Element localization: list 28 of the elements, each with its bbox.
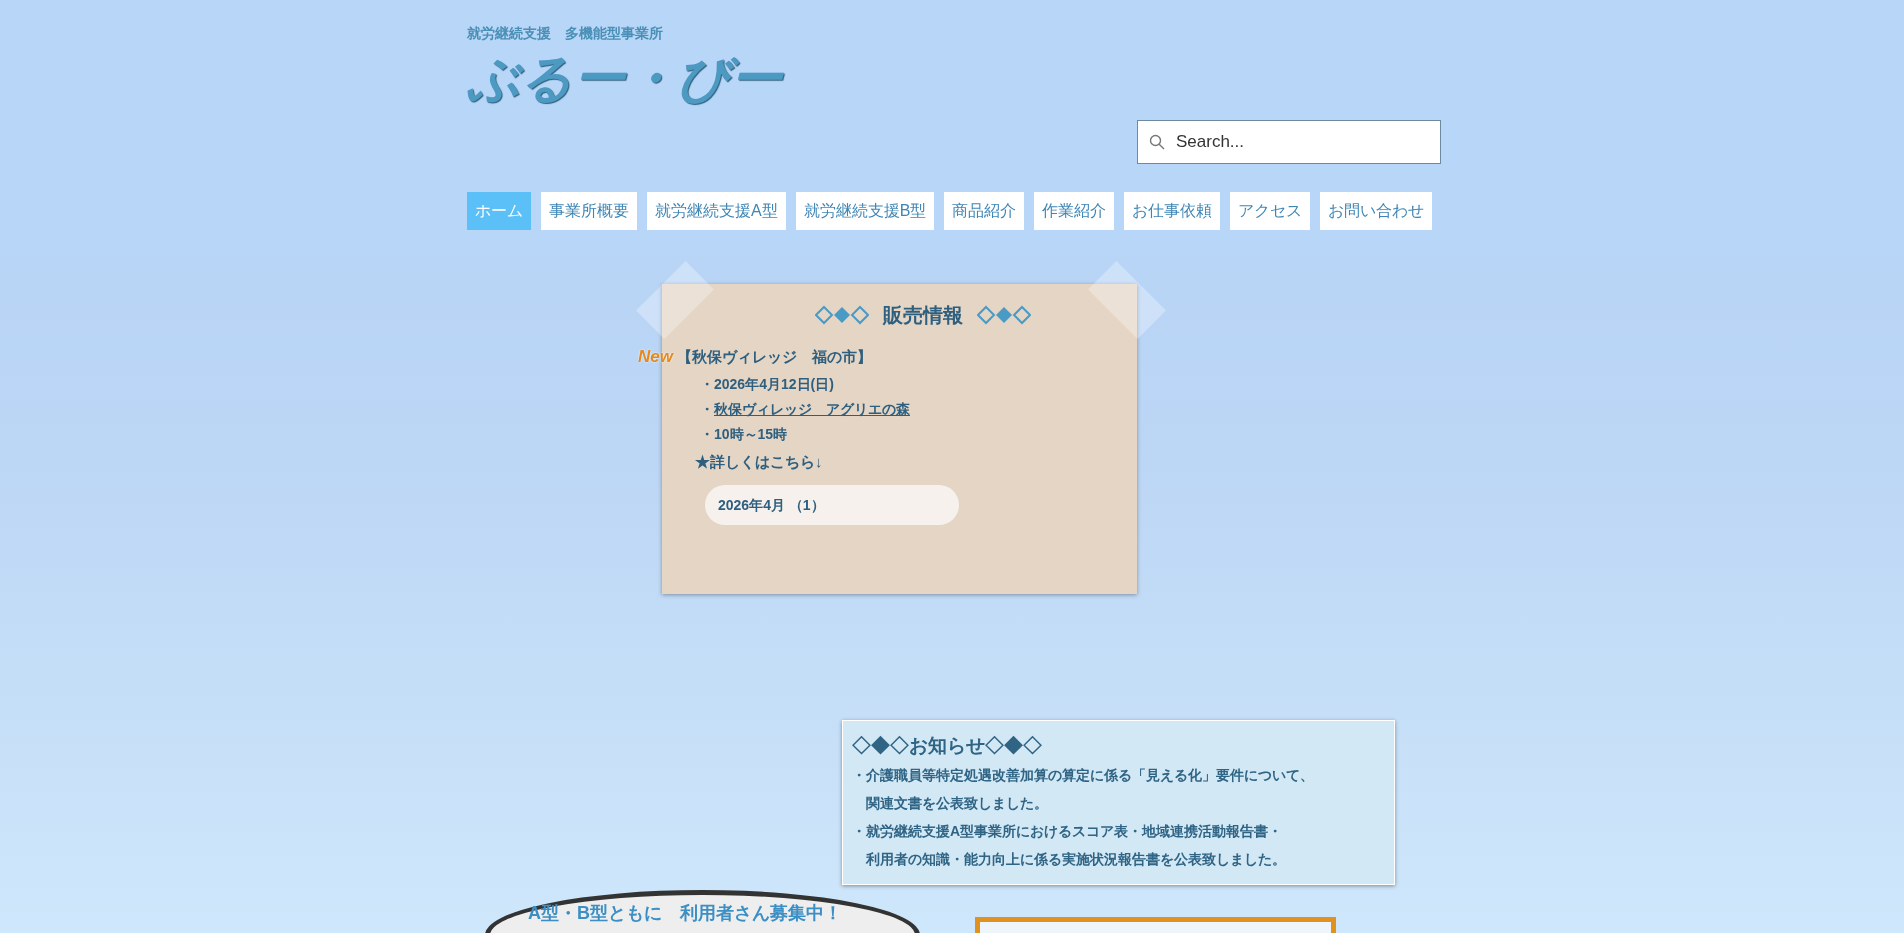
venue-link[interactable]: 秋保ヴィレッジ アグリエの森 bbox=[714, 398, 910, 420]
nav-tab[interactable]: アクセス bbox=[1230, 192, 1311, 230]
notice-line: 利用者の知識・能力向上に係る実施状況報告書を公表致しました。 bbox=[865, 849, 1286, 869]
search-field[interactable]: Search... bbox=[1137, 120, 1441, 164]
event-detail: ・10時～15時 bbox=[700, 424, 788, 444]
event-title: 【秋保ヴィレッジ 福の市】 bbox=[676, 346, 872, 367]
event-detail: ・2026年4月12日(日) bbox=[700, 374, 834, 394]
notice-heading: ◇◆◇お知らせ◇◆◇ bbox=[852, 734, 1043, 758]
diamonds-icon bbox=[977, 305, 1031, 325]
site-subtitle: 就労継続支援 多機能型事業所 bbox=[467, 26, 663, 40]
sales-heading: 販売情報 bbox=[883, 303, 963, 328]
bullet: ・ bbox=[700, 399, 714, 419]
notice-line: 関連文書を公表致しました。 bbox=[865, 793, 1048, 813]
search-icon bbox=[1149, 134, 1165, 150]
nav-tab[interactable]: 商品紹介 bbox=[944, 192, 1025, 230]
nav-tab[interactable]: 就労継続支援A型 bbox=[647, 192, 786, 230]
archive-pill[interactable]: 2026年4月 （1） bbox=[705, 485, 959, 525]
nav-tab[interactable]: お問い合わせ bbox=[1320, 192, 1433, 230]
nav-tab[interactable]: お仕事依頼 bbox=[1124, 192, 1221, 230]
details-note: ★詳しくはこちら↓ bbox=[694, 451, 824, 472]
diamonds-icon bbox=[815, 305, 869, 325]
nav-tab[interactable]: 就労継続支援B型 bbox=[795, 192, 935, 230]
nav-tab[interactable]: 事業所概要 bbox=[541, 192, 637, 230]
new-label: New bbox=[638, 346, 673, 368]
notice-line: ・就労継続支援A型事業所におけるスコア表・地域連携活動報告書・ bbox=[852, 821, 1283, 841]
nav-tab[interactable]: 作業紹介 bbox=[1034, 192, 1115, 230]
notice-line: ・介護職員等特定処遇改善加算の算定に係る「見える化」要件について、 bbox=[852, 765, 1314, 785]
site-title[interactable]: ぶるー・びー bbox=[467, 52, 782, 104]
